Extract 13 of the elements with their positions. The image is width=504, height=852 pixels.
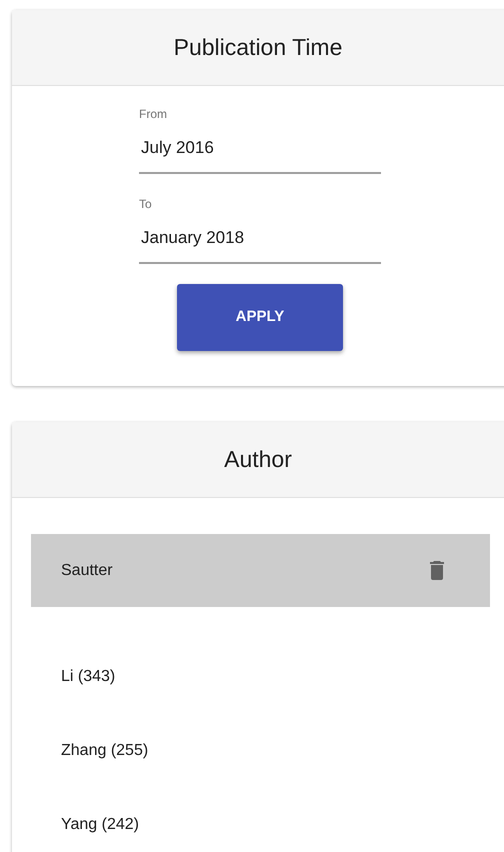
date-field[interactable]: July 2016 — [139, 136, 381, 174]
card-title: Publication Time — [174, 33, 342, 62]
trash-icon[interactable] — [430, 561, 444, 580]
author-item[interactable]: Li (343) — [31, 640, 490, 714]
author-name: Sautter — [61, 560, 113, 580]
card-title: Author — [224, 445, 292, 474]
author-item[interactable]: Zhang (255) — [31, 714, 490, 788]
author-item[interactable]: Yang (242) — [31, 788, 490, 852]
field-label: From — [139, 106, 168, 122]
apply-button[interactable]: APPLY — [177, 284, 343, 351]
date-field[interactable]: January 2018 — [139, 226, 381, 264]
field-label: To — [139, 196, 153, 212]
selected-author-chip[interactable]: Sautter — [31, 534, 490, 607]
